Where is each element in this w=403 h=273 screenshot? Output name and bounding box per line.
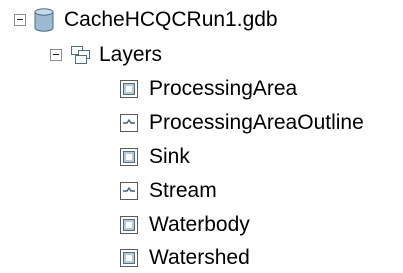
layer-item-waterbody[interactable]: Waterbody bbox=[119, 210, 250, 240]
layer-item-stream[interactable]: Stream bbox=[119, 176, 217, 206]
collapse-toggle-root[interactable] bbox=[14, 14, 26, 26]
database-icon bbox=[34, 8, 54, 32]
line-layer-icon bbox=[120, 182, 138, 200]
collapse-toggle-layers[interactable] bbox=[50, 49, 62, 61]
layer-item-sink[interactable]: Sink bbox=[119, 142, 190, 172]
layer-label: Waterbody bbox=[149, 213, 250, 236]
tree-node-layers[interactable]: Layers bbox=[50, 40, 162, 70]
layer-label: Watershed bbox=[149, 246, 250, 269]
layer-item-processingareaoutline[interactable]: ProcessingAreaOutline bbox=[119, 108, 364, 138]
polygon-layer-icon bbox=[120, 216, 138, 234]
root-label: CacheHCQCRun1.gdb bbox=[64, 8, 278, 31]
polygon-layer-icon bbox=[120, 249, 138, 267]
layer-label: Sink bbox=[149, 145, 190, 168]
polygon-layer-icon bbox=[120, 148, 138, 166]
layer-item-watershed[interactable]: Watershed bbox=[119, 243, 250, 273]
layer-label: Stream bbox=[149, 179, 217, 202]
layers-label: Layers bbox=[99, 43, 163, 66]
layer-label: ProcessingArea bbox=[149, 77, 298, 100]
line-layer-icon bbox=[120, 114, 138, 132]
layer-label: ProcessingAreaOutline bbox=[149, 111, 364, 134]
polygon-layer-icon bbox=[120, 80, 138, 98]
tree-node-root[interactable]: CacheHCQCRun1.gdb bbox=[14, 5, 278, 35]
layers-icon bbox=[71, 46, 90, 64]
layer-item-processingarea[interactable]: ProcessingArea bbox=[119, 74, 297, 104]
